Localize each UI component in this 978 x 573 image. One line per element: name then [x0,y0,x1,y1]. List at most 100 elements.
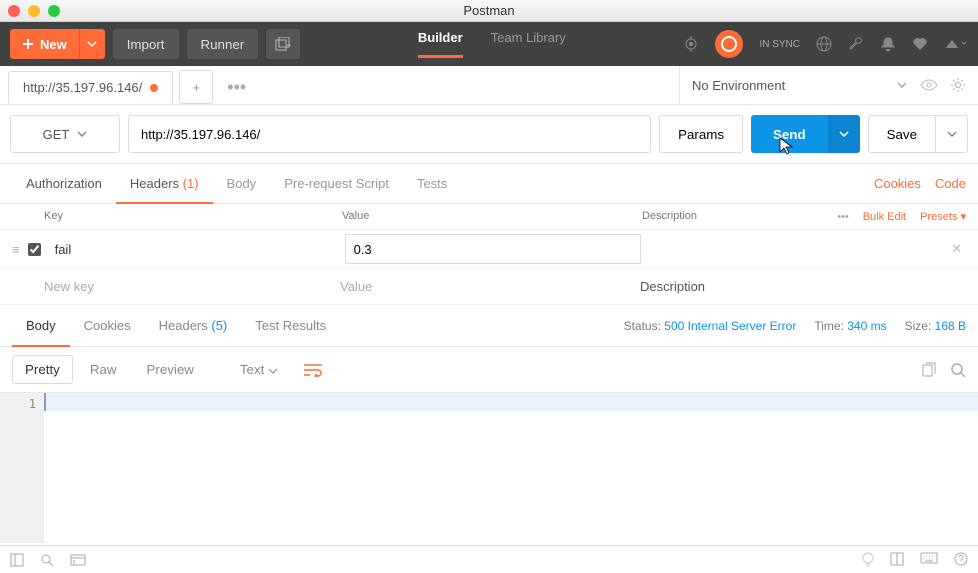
send-button-group: Send [751,115,860,153]
request-tab-active[interactable]: http://35.197.96.146/ [8,71,173,103]
remove-row-button[interactable]: ✕ [947,241,966,257]
heart-icon[interactable] [912,36,928,52]
tab-tests[interactable]: Tests [403,165,461,202]
code-link[interactable]: Code [935,176,966,191]
lightbulb-icon[interactable] [862,552,874,568]
format-label: Text [240,362,264,377]
new-dropdown[interactable] [79,29,105,59]
http-method-selector[interactable]: GET [10,115,120,153]
new-window-button[interactable] [266,29,300,59]
copy-icon[interactable] [920,362,936,378]
capture-icon[interactable] [683,36,699,52]
nav-center: Builder Team Library [300,30,683,58]
headers-table: Key Value Description ••• Bulk Edit Pres… [0,204,978,305]
tab-authorization[interactable]: Authorization [12,165,116,202]
chevron-down-icon[interactable] [896,81,908,89]
runner-button[interactable]: Runner [187,29,259,59]
plus-icon [22,38,34,50]
response-view-right [920,362,966,378]
header-enabled-checkbox[interactable] [28,243,41,256]
tab-prerequest[interactable]: Pre-request Script [270,165,403,202]
presets-dropdown[interactable]: Presets ▾ [920,210,966,223]
params-button[interactable]: Params [659,115,743,153]
tab-headers-label: Headers [130,176,179,191]
save-button-group: Save [868,115,968,153]
titlebar: Postman [0,0,978,22]
main-toolbar: New Import Runner Builder Team Library I… [0,22,978,66]
tabs-row: http://35.197.96.146/ + ••• No Environme… [0,66,978,105]
header-row-placeholder[interactable]: New key Value Description [0,269,978,305]
sidebar-toggle-icon[interactable] [10,553,24,567]
resp-tab-test-results[interactable]: Test Results [241,306,340,345]
col-value-label: Value [342,210,642,223]
size-label: Size: [905,319,932,333]
chevron-down-icon [839,131,849,137]
send-dropdown[interactable] [828,115,860,153]
save-button[interactable]: Save [868,115,936,153]
header-key[interactable]: fail [49,236,345,263]
keyboard-icon[interactable] [920,552,938,568]
format-selector[interactable]: Text [227,355,291,384]
placeholder-value: Value [340,279,640,294]
window-title: Postman [0,3,978,18]
new-button-group: New [10,29,105,59]
chevron-down-icon [268,368,278,374]
search-icon[interactable] [950,362,966,378]
more-icon[interactable]: ••• [837,211,849,223]
resp-tab-headers-count: (5) [211,318,227,333]
two-pane-icon[interactable] [890,552,904,568]
tab-label: http://35.197.96.146/ [23,80,142,95]
resp-tab-headers-label: Headers [159,318,208,333]
window-plus-icon [275,37,291,51]
wrap-lines-icon[interactable] [303,363,323,377]
nav-team-library[interactable]: Team Library [491,30,566,58]
header-value-input[interactable] [345,234,641,264]
resp-tab-headers[interactable]: Headers (5) [145,306,242,345]
new-button[interactable]: New [10,37,79,52]
nav-builder[interactable]: Builder [418,30,463,58]
new-button-label: New [40,37,67,52]
chevron-down-icon [87,41,97,47]
response-editor: 1 [0,393,978,543]
editor-body[interactable] [44,393,978,543]
col-desc-label: Description [642,210,837,223]
tab-options-button[interactable]: ••• [219,77,254,98]
view-pretty-button[interactable]: Pretty [12,355,73,384]
header-row: ≡ fail ✕ [0,230,978,269]
console-icon[interactable] [70,554,86,566]
status-value: 500 Internal Server Error [664,319,796,333]
wrench-icon[interactable] [848,36,864,52]
tab-headers[interactable]: Headers (1) [116,165,213,204]
environment-selector: No Environment [680,66,978,104]
headers-actions: ••• Bulk Edit Presets ▾ [837,210,966,223]
request-row: GET Params Send Save [0,105,978,164]
editor-gutter: 1 [0,393,44,543]
drag-handle-icon[interactable]: ≡ [12,242,20,257]
view-raw-button[interactable]: Raw [77,355,130,384]
size-value: 168 B [935,319,966,333]
user-menu[interactable] [944,36,968,52]
url-input[interactable] [128,115,651,153]
gear-icon[interactable] [950,77,966,93]
cookies-link[interactable]: Cookies [874,176,921,191]
bell-icon[interactable] [880,36,896,52]
resp-tab-body[interactable]: Body [12,306,70,347]
response-meta: Status: 500 Internal Server Error Time: … [624,319,966,333]
import-button[interactable]: Import [113,29,179,59]
tab-headers-count: (1) [183,176,199,191]
placeholder-desc: Description [640,279,966,294]
save-dropdown[interactable] [936,115,968,153]
add-tab-button[interactable]: + [179,70,213,104]
send-button[interactable]: Send [751,115,828,153]
resp-tab-cookies[interactable]: Cookies [70,306,145,345]
bulk-edit-link[interactable]: Bulk Edit [863,211,906,223]
tab-body[interactable]: Body [213,165,271,202]
environment-name[interactable]: No Environment [692,78,884,93]
find-icon[interactable] [40,553,54,567]
eye-icon[interactable] [920,79,938,91]
sync-status-icon[interactable] [715,30,743,58]
view-preview-button[interactable]: Preview [133,355,206,384]
method-label: GET [43,127,70,142]
help-icon[interactable] [954,552,968,568]
globe-icon[interactable] [816,36,832,52]
